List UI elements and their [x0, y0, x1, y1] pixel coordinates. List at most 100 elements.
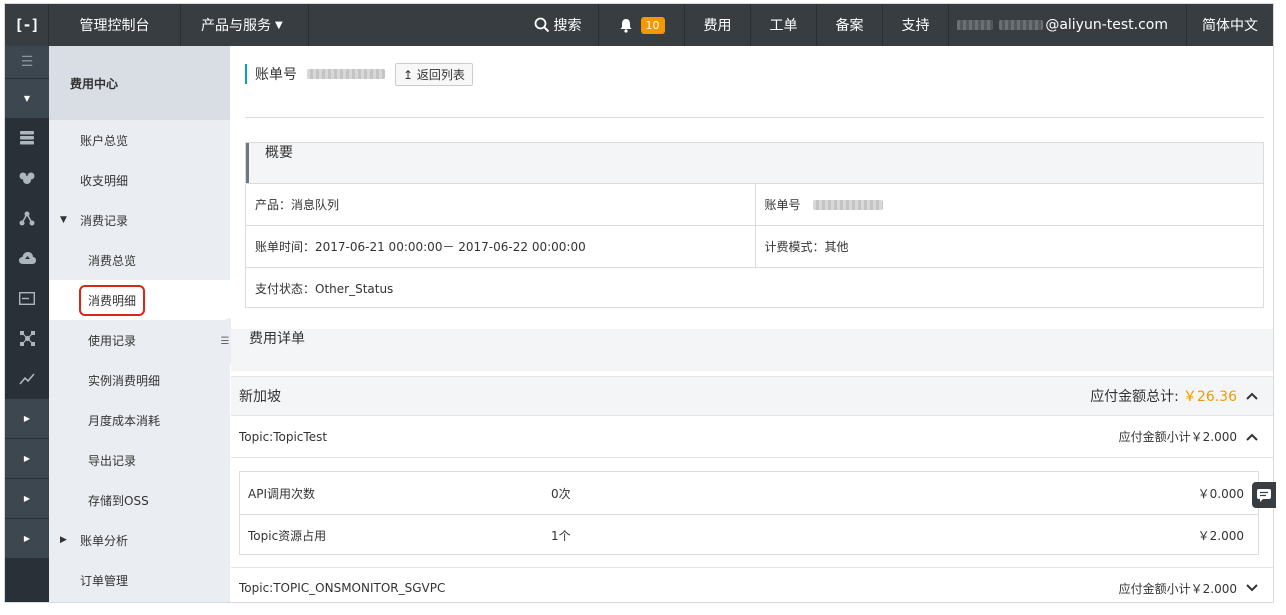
- sidebar-item-usage-records[interactable]: 使用记录: [49, 320, 230, 360]
- back-to-list-button[interactable]: ↥ 返回列表: [395, 62, 473, 86]
- item-name: API调用次数: [248, 486, 315, 501]
- region-row[interactable]: 新加坡 应付金额总计: ￥26.36: [231, 376, 1273, 416]
- redacted-username: [957, 20, 994, 30]
- item-amount: ￥0.000: [1197, 486, 1244, 501]
- topic-row[interactable]: Topic:TopicTest 应付金额小计￥2.000: [231, 416, 1273, 458]
- chevron-up-icon[interactable]: [1237, 430, 1267, 444]
- aliyun-logo[interactable]: [-]: [5, 4, 49, 46]
- redacted-bill-number: [307, 69, 385, 79]
- fee-detail-title: 费用详单: [231, 329, 1273, 371]
- sidebar-item-export-records[interactable]: 导出记录: [49, 440, 230, 480]
- search-icon: [534, 17, 549, 33]
- sidebar-group-bill-analysis[interactable]: ▶ 账单分析: [49, 520, 230, 560]
- region-total-label: 应付金额总计:: [1090, 389, 1179, 405]
- sidebar-item-order-management[interactable]: 订单管理: [49, 560, 230, 600]
- ticket-link[interactable]: 工单: [751, 4, 817, 46]
- sidebar-item-consumption-detail[interactable]: 消费明细: [49, 280, 230, 320]
- server-icon[interactable]: [5, 118, 49, 158]
- upload-arrow-icon: ↥: [403, 67, 414, 82]
- item-name: Topic资源占用: [248, 529, 327, 543]
- cloud-upload-icon[interactable]: [5, 238, 49, 278]
- redacted-bill-number: [812, 199, 883, 210]
- expand-arrow-icon[interactable]: ▶: [5, 398, 49, 438]
- topic-row[interactable]: Topic:TOPIC_ONSMONITOR_SGVPC 应付金额小计￥2.00…: [231, 567, 1273, 602]
- expand-arrow-icon[interactable]: ▶: [5, 478, 49, 518]
- sidebar-item-label-highlighted: 消费明细: [79, 284, 146, 316]
- topic-name: Topic:TopicTest: [239, 429, 328, 444]
- language-switch[interactable]: 简体中文: [1187, 4, 1273, 46]
- topic-name: Topic:TOPIC_ONSMONITOR_SGVPC: [239, 581, 446, 595]
- overview-bill-number: 账单号: [754, 184, 1264, 225]
- top-navbar: [-] 管理控制台 产品与服务 ▼ 搜索 10 费用 工单 备案 支持 @ali…: [5, 4, 1273, 46]
- table-row: API调用次数 0次 ￥0.000: [240, 472, 1258, 514]
- topic-subtotal: 应付金额小计￥2.000: [1118, 581, 1237, 596]
- products-menu[interactable]: 产品与服务 ▼: [181, 4, 309, 46]
- fee-link[interactable]: 费用: [685, 4, 751, 46]
- overview-product: 产品：消息队列: [255, 198, 340, 212]
- back-to-list-label: 返回列表: [416, 67, 465, 82]
- terminal-icon[interactable]: [5, 278, 49, 318]
- search-button[interactable]: 搜索: [517, 4, 599, 46]
- console-window: [-] 管理控制台 产品与服务 ▼ 搜索 10 费用 工单 备案 支持 @ali…: [4, 3, 1274, 603]
- sidebar-item-account-overview[interactable]: 账户总览: [49, 120, 230, 160]
- overview-billing-mode: 计费模式：其他: [754, 226, 1264, 267]
- nodes-icon[interactable]: [5, 318, 49, 358]
- notification-count-badge: 10: [640, 16, 665, 34]
- region-name: 新加坡: [239, 389, 281, 405]
- sidebar-group-label: 消费记录: [80, 213, 129, 228]
- item-quantity: 0次: [551, 486, 571, 501]
- bill-number-label: 账单号: [255, 67, 297, 83]
- region-total-value: ￥26.36: [1182, 389, 1237, 405]
- network-icon[interactable]: [5, 198, 49, 238]
- triangle-down-icon: ▼: [60, 215, 67, 225]
- caret-down-icon: ▼: [275, 19, 283, 31]
- shield-icon[interactable]: [5, 158, 49, 198]
- expand-arrow-icon[interactable]: ▶: [5, 438, 49, 478]
- sidebar-item-instance-consumption[interactable]: 实例消费明细: [49, 360, 230, 400]
- overview-row: 账单时间：2017-06-21 00:00:00－ 2017-06-22 00:…: [246, 225, 1263, 267]
- sidebar-group-label: 账单分析: [80, 533, 129, 548]
- collapse-arrow-icon[interactable]: ▼: [5, 78, 49, 118]
- products-menu-label: 产品与服务: [201, 18, 271, 34]
- search-label: 搜索: [553, 18, 582, 34]
- beian-link[interactable]: 备案: [817, 4, 883, 46]
- overview-row: 产品：消息队列 账单号: [246, 183, 1263, 225]
- bill-header: 账单号 ↥ 返回列表: [245, 62, 473, 86]
- expand-arrow-icon[interactable]: ▶: [5, 518, 49, 558]
- chat-icon[interactable]: [1252, 482, 1276, 508]
- sidebar-item-monthly-cost[interactable]: 月度成本消耗: [49, 400, 230, 440]
- bell-icon: [620, 18, 631, 33]
- fee-items-table: API调用次数 0次 ￥0.000 Topic资源占用 1个 ￥2.000: [239, 471, 1259, 555]
- chevron-down-icon[interactable]: [1237, 581, 1267, 595]
- support-link[interactable]: 支持: [883, 4, 949, 46]
- sidebar-collapse-toggle[interactable]: ☰: [218, 318, 232, 364]
- product-icon-sidebar: ☰ ▼ ▶ ▶ ▶ ▶: [5, 46, 49, 602]
- topic-subtotal: 应付金额小计￥2.000: [1118, 430, 1237, 444]
- sidebar-item-store-to-oss[interactable]: 存储到OSS: [49, 480, 230, 520]
- divider: [245, 117, 1264, 118]
- item-amount: ￥2.000: [1197, 529, 1244, 543]
- sidebar-item-income-expense[interactable]: 收支明细: [49, 160, 230, 200]
- table-row: Topic资源占用 1个 ￥2.000: [240, 514, 1258, 556]
- redacted-username-2: [999, 20, 1044, 30]
- user-email: @aliyun-test.com: [1045, 17, 1168, 33]
- console-link[interactable]: 管理控制台: [49, 4, 181, 46]
- notification-button[interactable]: 10: [599, 4, 685, 46]
- overview-pay-status: 支付状态：Other_Status: [255, 282, 394, 296]
- collapse-list-icon: ☰: [220, 335, 230, 347]
- sidebar-item-consumption-overview[interactable]: 消费总览: [49, 240, 230, 280]
- item-quantity: 1个: [551, 529, 571, 543]
- overview-row: 支付状态：Other_Status: [246, 267, 1263, 309]
- overview-title: 概要: [246, 143, 1263, 183]
- sidebar-group-consumption-records[interactable]: ▼ 消费记录: [49, 200, 230, 240]
- user-account-menu[interactable]: @aliyun-test.com: [949, 4, 1187, 46]
- trend-chart-icon[interactable]: [5, 358, 49, 398]
- logo-icon: [-]: [14, 16, 39, 34]
- sidebar-title: 费用中心: [49, 46, 230, 120]
- chevron-up-icon[interactable]: [1237, 389, 1267, 403]
- hamburger-menu-icon[interactable]: ☰: [5, 46, 49, 78]
- overview-bill-number-label: 账单号: [764, 198, 801, 212]
- overview-bill-time: 账单时间：2017-06-21 00:00:00－ 2017-06-22 00:…: [255, 240, 586, 254]
- main-content: 账单号 ↥ 返回列表 概要 产品：消息队列 账单号 账单时间：2017-06-2…: [231, 46, 1273, 602]
